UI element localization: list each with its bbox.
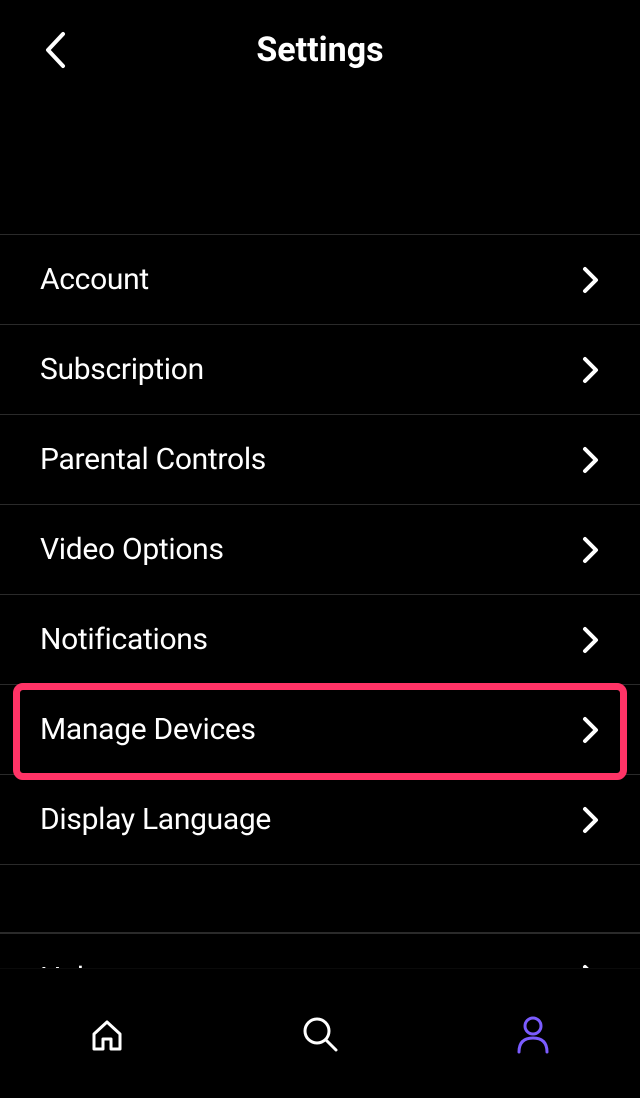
chevron-left-icon xyxy=(43,31,67,69)
settings-item-help[interactable]: Help xyxy=(0,933,640,973)
page-title: Settings xyxy=(20,30,620,70)
chevron-right-icon xyxy=(582,266,600,294)
settings-item-label: Notifications xyxy=(40,622,208,657)
chevron-right-icon xyxy=(582,806,600,834)
chevron-right-icon xyxy=(582,446,600,474)
back-button[interactable] xyxy=(40,30,70,70)
nav-profile[interactable] xyxy=(508,1009,558,1059)
header: Settings xyxy=(0,0,640,100)
header-spacer xyxy=(0,100,640,234)
nav-home[interactable] xyxy=(82,1009,132,1059)
settings-item-display-language[interactable]: Display Language xyxy=(0,775,640,865)
settings-item-label: Video Options xyxy=(40,532,224,567)
settings-item-label: Display Language xyxy=(40,802,271,837)
settings-item-label: Parental Controls xyxy=(40,442,266,477)
settings-item-subscription[interactable]: Subscription xyxy=(0,325,640,415)
chevron-right-icon xyxy=(582,536,600,564)
chevron-right-icon xyxy=(582,356,600,384)
bottom-navigation xyxy=(0,968,640,1098)
settings-item-label: Account xyxy=(40,262,149,297)
nav-search[interactable] xyxy=(295,1009,345,1059)
chevron-right-icon xyxy=(582,716,600,744)
settings-item-video-options[interactable]: Video Options xyxy=(0,505,640,595)
settings-item-label: Subscription xyxy=(40,352,204,387)
profile-icon xyxy=(513,1014,553,1054)
chevron-right-icon xyxy=(582,626,600,654)
search-icon xyxy=(300,1014,340,1054)
settings-item-account[interactable]: Account xyxy=(0,235,640,325)
settings-item-manage-devices[interactable]: Manage Devices xyxy=(0,685,640,775)
settings-list: Account Subscription Parental Controls V… xyxy=(0,234,640,865)
settings-item-notifications[interactable]: Notifications xyxy=(0,595,640,685)
home-icon xyxy=(87,1014,127,1054)
section-divider xyxy=(0,865,640,933)
settings-item-label: Manage Devices xyxy=(40,712,256,747)
settings-item-parental-controls[interactable]: Parental Controls xyxy=(0,415,640,505)
